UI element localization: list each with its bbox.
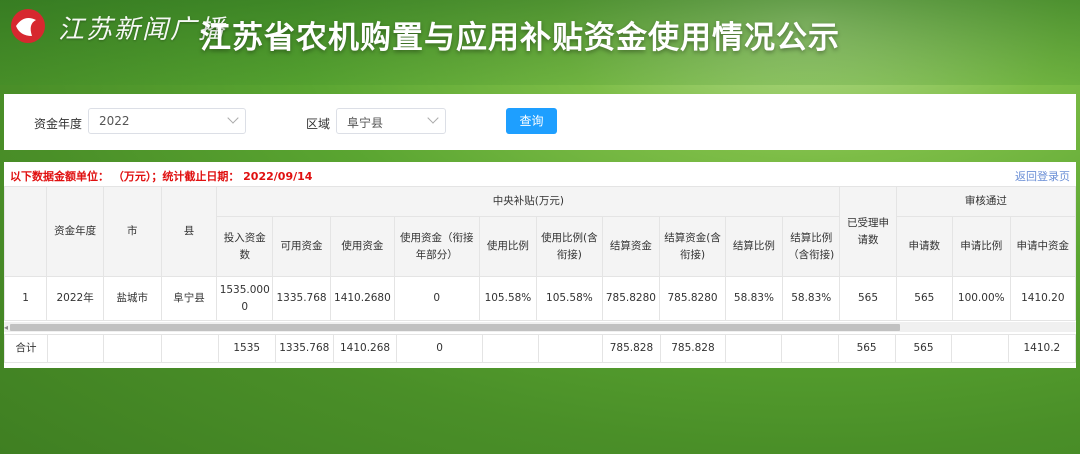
chevron-down-icon [227,112,239,124]
cell-use-ratio: 105.58% [478,276,538,321]
year-select[interactable]: 2022 [88,108,246,134]
total-empty [47,334,105,363]
cell-apply-count: 565 [895,276,953,321]
query-button[interactable]: 查询 [506,108,557,134]
th-apply-count: 申请数 [895,216,953,277]
th-available: 可用资金 [272,216,331,277]
th-settle-incl: 结算资金(含衔接) [659,216,726,277]
brand-logo: 江苏新闻广播 [6,6,226,48]
total-apply-fund: 1410.2 [1007,334,1076,363]
th-accepted: 已受理申请数 [839,186,897,277]
cell-index: 1 [4,276,48,321]
cell-city: 盐城市 [102,276,162,321]
total-empty [481,334,540,363]
th-year: 资金年度 [46,186,104,277]
table-row: 1 2022年 盐城市 阜宁县 1535.0000 1335.768 1410.… [4,276,1076,321]
total-empty [781,334,839,363]
th-index [4,186,48,277]
cell-available: 1335.768 [272,276,331,321]
totals-row: 合计 1535 1335.768 1410.268 0 785.828 785.… [4,334,1076,363]
cell-settle-ratio-incl: 58.83% [782,276,841,321]
notice-text: 以下数据金额单位： （万元）；统计截止日期： 2022/09/14 [10,170,313,183]
th-use-ratio-incl: 使用比例(含衔接) [536,216,603,277]
cell-invest: 1535.0000 [216,276,274,321]
brand-logo-icon [11,9,45,43]
total-available: 1335.768 [274,334,334,363]
th-invest: 投入资金数 [216,216,274,277]
scroll-left-icon[interactable]: ◂ [4,323,8,332]
total-used: 1410.268 [332,334,398,363]
total-empty [538,334,604,363]
cell-use-ratio-incl: 105.58% [536,276,603,321]
chevron-down-icon [427,112,439,124]
th-settle-ratio: 结算比例 [724,216,784,277]
back-to-login-link[interactable]: 返回登录页 [1015,168,1070,184]
total-invest: 1535 [217,334,276,363]
year-select-value: 2022 [99,114,130,128]
page-title: 江苏省农机购置与应用补贴资金使用情况公示 [200,20,840,56]
total-empty [103,334,163,363]
th-central-subsidy: 中央补贴(万元) [216,186,841,217]
th-county: 县 [160,186,218,277]
total-settle: 785.828 [602,334,661,363]
th-settle: 结算资金 [601,216,661,277]
cell-county: 阜宁县 [160,276,218,321]
th-used: 使用资金 [329,216,395,277]
data-table: 资金年度 市 县 中央补贴(万元) 已受理申请数 审核通过 投入资金数 可用资金… [4,186,1076,321]
th-apply-fund: 申请中资金 [1009,216,1076,277]
cell-apply-ratio: 100.00% [951,276,1011,321]
th-review-passed: 审核通过 [895,186,1076,217]
region-label: 区域 [306,117,331,131]
cell-used: 1410.2680 [329,276,395,321]
th-use-ratio: 使用比例 [478,216,538,277]
totals-table: 合计 1535 1335.768 1410.268 0 785.828 785.… [4,334,1076,363]
total-used-part: 0 [396,334,483,363]
cell-settle: 785.8280 [601,276,661,321]
cell-year: 2022年 [46,276,104,321]
filter-bar: 资金年度 2022 区域 阜宁县 查询 [4,94,1076,150]
cell-apply-fund: 1410.20 [1009,276,1076,321]
total-empty [161,334,219,363]
region-select-value: 阜宁县 [347,116,384,130]
total-label: 合计 [4,334,49,363]
th-city: 市 [102,186,162,277]
cell-settle-incl: 785.8280 [659,276,726,321]
horizontal-scrollbar[interactable]: ◂ [4,322,1076,332]
th-used-part: 使用资金（衔接年部分） [393,216,480,277]
region-select[interactable]: 阜宁县 [336,108,446,134]
total-apply-count: 565 [894,334,953,363]
results-panel: 以下数据金额单位： （万元）；统计截止日期： 2022/09/14 返回登录页 … [4,162,1076,368]
total-empty [725,334,783,363]
th-settle-ratio-incl: 结算比例（含衔接) [782,216,841,277]
cell-used-part: 0 [393,276,480,321]
total-empty [951,334,1009,363]
cell-settle-ratio: 58.83% [724,276,784,321]
cell-accepted: 565 [839,276,897,321]
total-accepted: 565 [837,334,896,363]
year-label: 资金年度 [34,117,83,131]
scrollbar-thumb[interactable] [10,324,900,331]
th-apply-ratio: 申请比例 [951,216,1011,277]
total-settle-incl: 785.828 [659,334,727,363]
